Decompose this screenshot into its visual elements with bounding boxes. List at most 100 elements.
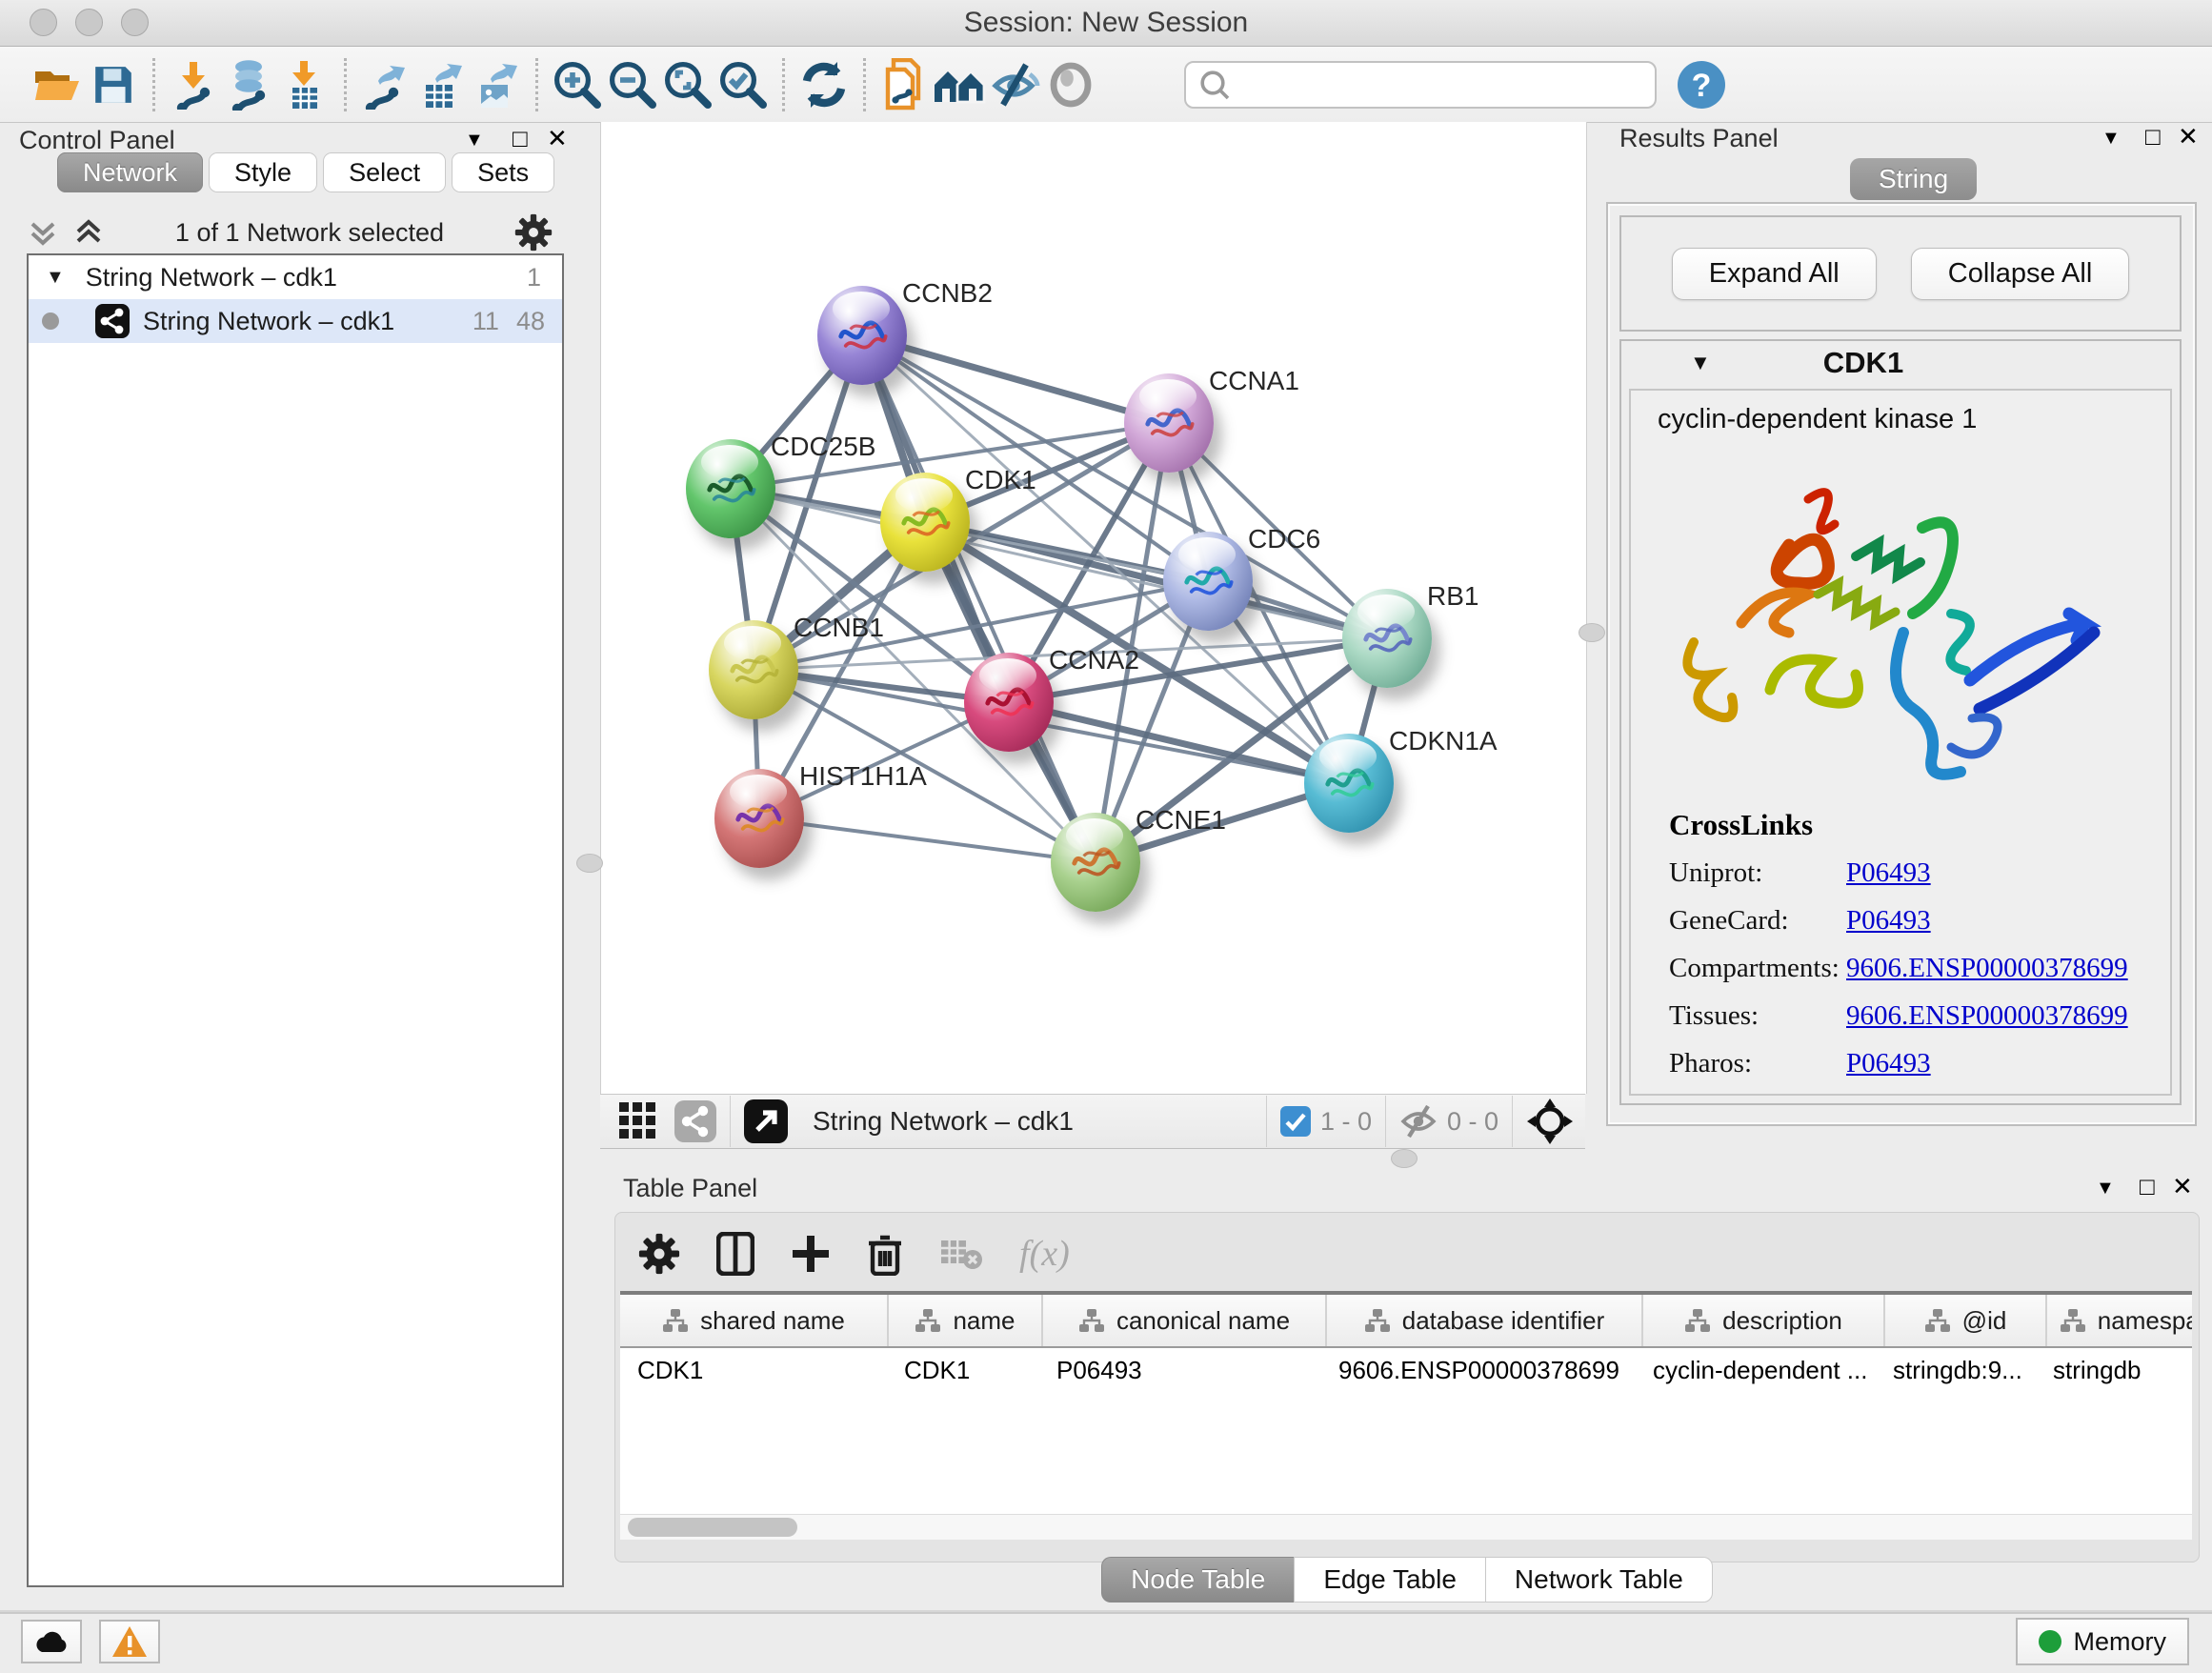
- zoom-in-button[interactable]: [550, 56, 605, 113]
- column-header-canonical-name[interactable]: canonical name: [1043, 1295, 1327, 1346]
- crosslink-link[interactable]: P06493: [1846, 857, 1931, 889]
- first-neighbors-button[interactable]: [933, 56, 988, 113]
- bottom-splitter-handle[interactable]: [1391, 1149, 1418, 1168]
- import-network-database-button[interactable]: [222, 56, 277, 113]
- export-image-button[interactable]: [469, 56, 524, 113]
- cell-shared-name[interactable]: CDK1: [620, 1356, 887, 1385]
- edge-CCNA2-CDKN1A[interactable]: [1009, 702, 1349, 783]
- node-CCNB1[interactable]: [709, 620, 798, 719]
- expand-all-icon[interactable]: [72, 216, 105, 249]
- horizontal-scrollbar[interactable]: [620, 1514, 2192, 1540]
- node-CCNA2[interactable]: [964, 653, 1054, 752]
- refresh-button[interactable]: [796, 56, 852, 113]
- cell-namespace[interactable]: stringdb: [2036, 1356, 2192, 1385]
- node-CDKN1A[interactable]: [1304, 734, 1394, 833]
- close-panel-icon[interactable]: ✕: [2178, 122, 2199, 151]
- zoom-selected-button[interactable]: [715, 56, 771, 113]
- tab-edge-table[interactable]: Edge Table: [1294, 1557, 1485, 1602]
- warnings-button[interactable]: [99, 1620, 160, 1663]
- collapse-all-icon[interactable]: [27, 216, 59, 249]
- panel-menu-icon[interactable]: ▼: [2096, 1178, 2115, 1199]
- column-header-name[interactable]: name: [889, 1295, 1043, 1346]
- crosslink-link[interactable]: P06493: [1846, 905, 1931, 937]
- zoom-out-button[interactable]: [605, 56, 660, 113]
- crosslink-link[interactable]: P06493: [1846, 1048, 1931, 1079]
- cell--id[interactable]: stringdb:9...: [1876, 1356, 2036, 1385]
- cell-canonical-name[interactable]: P06493: [1039, 1356, 1321, 1385]
- node-CDK1[interactable]: [880, 473, 970, 572]
- node-CCNA1[interactable]: [1124, 373, 1214, 473]
- gear-icon[interactable]: [514, 213, 553, 252]
- node-CDC25B[interactable]: [686, 439, 775, 538]
- table-row[interactable]: CDK1CDK1P064939606.ENSP00000378699cyclin…: [620, 1348, 2192, 1392]
- tab-string[interactable]: String: [1850, 158, 1977, 200]
- gene-section-header[interactable]: ▼ CDK1: [1621, 341, 2180, 385]
- network-share-icon[interactable]: [674, 1100, 716, 1142]
- cell-description[interactable]: cyclin-dependent ...: [1636, 1356, 1876, 1385]
- selected-checkbox-icon[interactable]: [1280, 1106, 1311, 1137]
- panel-menu-icon[interactable]: ▼: [465, 130, 484, 151]
- network-canvas[interactable]: CCNB2 CCNA1 CDC25B CDK1 CDC6 RB1: [600, 122, 1587, 1094]
- delete-column-icon[interactable]: [867, 1232, 903, 1276]
- hide-selected-button[interactable]: [988, 56, 1043, 113]
- collapse-caret-icon[interactable]: ▼: [46, 267, 65, 289]
- search-input[interactable]: [1234, 65, 1655, 105]
- open-view-icon[interactable]: [744, 1099, 788, 1143]
- column-header-namespace[interactable]: namespace: [2047, 1295, 2192, 1346]
- node-gloss: [1066, 818, 1123, 853]
- node-CDC6[interactable]: [1163, 532, 1253, 631]
- memory-button[interactable]: Memory: [2016, 1618, 2189, 1665]
- node-CCNE1[interactable]: [1051, 813, 1140, 912]
- column-header-description[interactable]: description: [1643, 1295, 1885, 1346]
- help-button[interactable]: ?: [1674, 56, 1729, 113]
- section-caret-icon[interactable]: ▼: [1690, 351, 1711, 375]
- tab-style[interactable]: Style: [209, 152, 317, 192]
- crosslink-link[interactable]: 9606.ENSP00000378699: [1846, 953, 2128, 984]
- float-panel-icon[interactable]: □: [2145, 122, 2161, 151]
- expand-all-button[interactable]: Expand All: [1672, 248, 1877, 300]
- tab-network-table[interactable]: Network Table: [1485, 1557, 1713, 1602]
- zoom-fit-button[interactable]: [660, 56, 715, 113]
- crosslink-link[interactable]: 9606.ENSP00000378699: [1846, 1000, 2128, 1032]
- export-table-button[interactable]: [413, 56, 469, 113]
- node-HIST1H1A[interactable]: [714, 769, 804, 868]
- tab-node-table[interactable]: Node Table: [1101, 1557, 1294, 1602]
- show-all-button[interactable]: [1043, 56, 1098, 113]
- network-collection-row[interactable]: ▼ String Network – cdk1 1: [29, 255, 562, 299]
- node-CCNB2[interactable]: [817, 286, 907, 385]
- columns-icon[interactable]: [716, 1232, 754, 1276]
- cell-name[interactable]: CDK1: [887, 1356, 1039, 1385]
- add-column-icon[interactable]: [791, 1234, 831, 1274]
- function-builder-icon[interactable]: f(x): [1019, 1233, 1070, 1275]
- tab-network[interactable]: Network: [57, 152, 203, 192]
- clear-table-icon[interactable]: [939, 1237, 983, 1271]
- duplicate-network-button[interactable]: [877, 56, 933, 113]
- save-session-button[interactable]: [86, 56, 141, 113]
- grid-view-icon[interactable]: [617, 1100, 659, 1142]
- collapse-all-button[interactable]: Collapse All: [1911, 248, 2130, 300]
- edge-CCNE1-HIST1H1A[interactable]: [759, 818, 1096, 862]
- scrollbar-thumb[interactable]: [628, 1518, 797, 1537]
- left-splitter-handle[interactable]: [576, 854, 603, 873]
- close-panel-icon[interactable]: ✕: [2172, 1172, 2193, 1201]
- tab-select[interactable]: Select: [323, 152, 446, 192]
- column-header-shared-name[interactable]: shared name: [620, 1295, 889, 1346]
- birds-eye-icon[interactable]: [1526, 1098, 1574, 1145]
- float-panel-icon[interactable]: □: [513, 124, 528, 153]
- hidden-eye-icon[interactable]: [1399, 1104, 1438, 1139]
- cloud-button[interactable]: [21, 1620, 82, 1663]
- column-header-database-identifier[interactable]: database identifier: [1327, 1295, 1643, 1346]
- export-network-button[interactable]: [358, 56, 413, 113]
- tab-sets[interactable]: Sets: [452, 152, 554, 192]
- import-table-button[interactable]: [277, 56, 332, 113]
- import-network-file-button[interactable]: [167, 56, 222, 113]
- open-session-button[interactable]: [30, 56, 86, 113]
- float-panel-icon[interactable]: □: [2140, 1172, 2155, 1201]
- gear-icon[interactable]: [638, 1233, 680, 1275]
- node-RB1[interactable]: [1342, 589, 1432, 688]
- close-panel-icon[interactable]: ✕: [547, 124, 568, 153]
- network-row[interactable]: String Network – cdk1 11 48: [29, 299, 562, 343]
- column-header--id[interactable]: @id: [1885, 1295, 2047, 1346]
- panel-menu-icon[interactable]: ▼: [2101, 128, 2121, 150]
- cell-database-identifier[interactable]: 9606.ENSP00000378699: [1321, 1356, 1636, 1385]
